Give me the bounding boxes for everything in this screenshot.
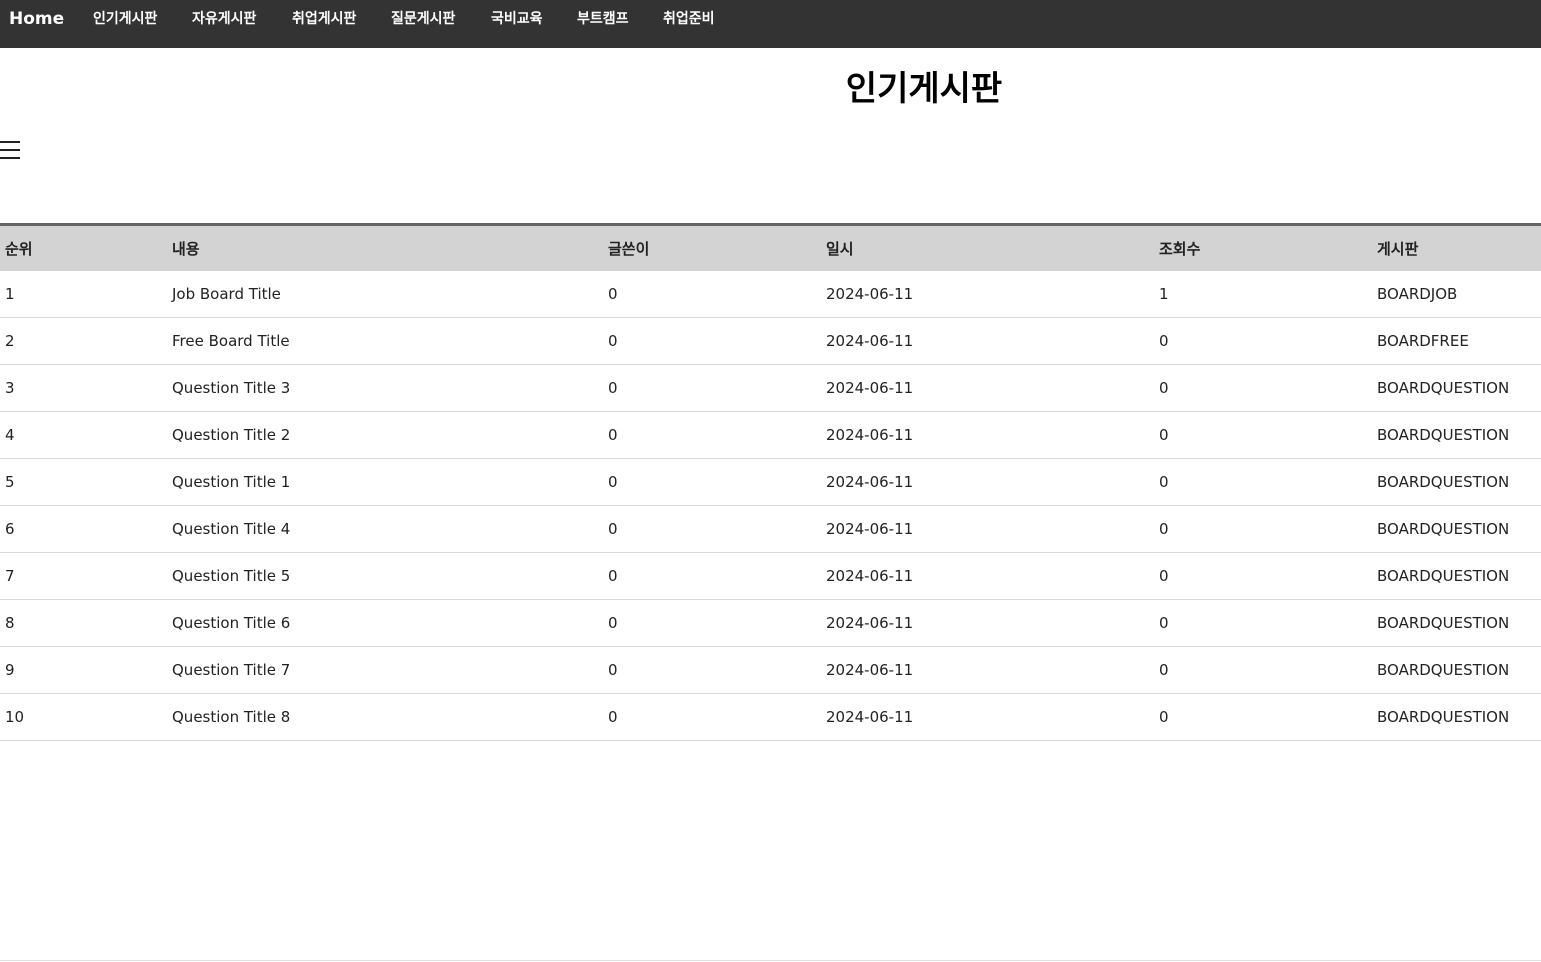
cell-board: BOARDQUESTION (1372, 599, 1541, 647)
cell-date: 2024-06-11 (821, 271, 1154, 318)
cell-content[interactable]: Question Title 5 (167, 552, 603, 600)
column-header-content: 내용 (172, 240, 200, 258)
cell-views: 0 (1154, 317, 1372, 365)
cell-board: BOARDQUESTION (1372, 458, 1541, 506)
cell-rank: 2 (0, 317, 167, 365)
cell-rank: 5 (0, 458, 167, 506)
cell-views: 0 (1154, 411, 1372, 459)
cell-views: 0 (1154, 693, 1372, 741)
column-header-views: 조회수 (1159, 240, 1201, 258)
nav-link-home[interactable]: Home (9, 11, 64, 28)
popular-posts-table-container: 순위 내용 글쓴이 일시 조회수 게시판 1 Job Board Title 0… (0, 223, 1541, 741)
table-row[interactable]: 8 Question Title 6 0 2024-06-11 0 BOARDQ… (0, 599, 1541, 647)
cell-date: 2024-06-11 (821, 411, 1154, 459)
cell-content[interactable]: Question Title 6 (167, 599, 603, 647)
column-header-date: 일시 (826, 240, 854, 258)
cell-board: BOARDJOB (1372, 271, 1541, 318)
cell-views: 0 (1154, 552, 1372, 600)
table-row[interactable]: 1 Job Board Title 0 2024-06-11 1 BOARDJO… (0, 271, 1541, 318)
nav-link-job-prep[interactable]: 취업준비 (663, 11, 715, 27)
cell-author: 0 (603, 458, 821, 506)
column-header-rank: 순위 (5, 240, 33, 258)
cell-rank: 8 (0, 599, 167, 647)
cell-date: 2024-06-11 (821, 458, 1154, 506)
table-body: 1 Job Board Title 0 2024-06-11 1 BOARDJO… (0, 271, 1541, 741)
cell-author: 0 (603, 411, 821, 459)
cell-date: 2024-06-11 (821, 505, 1154, 553)
table-row[interactable]: 7 Question Title 5 0 2024-06-11 0 BOARDQ… (0, 552, 1541, 600)
column-header-board: 게시판 (1377, 240, 1419, 258)
table-header: 순위 내용 글쓴이 일시 조회수 게시판 (0, 224, 1541, 271)
cell-content[interactable]: Question Title 8 (167, 693, 603, 741)
cell-rank: 3 (0, 364, 167, 412)
nav-link-question-board[interactable]: 질문게시판 (391, 11, 455, 27)
cell-author: 0 (603, 599, 821, 647)
table-row[interactable]: 4 Question Title 2 0 2024-06-11 0 BOARDQ… (0, 411, 1541, 459)
cell-date: 2024-06-11 (821, 552, 1154, 600)
cell-author: 0 (603, 505, 821, 553)
nav-link-gov-education[interactable]: 국비교육 (491, 11, 543, 27)
cell-rank: 7 (0, 552, 167, 600)
bottom-divider (0, 960, 1541, 961)
cell-content[interactable]: Job Board Title (167, 271, 603, 318)
table-header-row: 순위 내용 글쓴이 일시 조회수 게시판 (0, 224, 1541, 271)
table-row[interactable]: 9 Question Title 7 0 2024-06-11 0 BOARDQ… (0, 646, 1541, 694)
page-title: 인기게시판 (845, 69, 1003, 109)
cell-content[interactable]: Question Title 2 (167, 411, 603, 459)
cell-views: 0 (1154, 505, 1372, 553)
cell-rank: 10 (0, 693, 167, 741)
cell-board: BOARDQUESTION (1372, 693, 1541, 741)
cell-date: 2024-06-11 (821, 646, 1154, 694)
cell-date: 2024-06-11 (821, 364, 1154, 412)
cell-date: 2024-06-11 (821, 599, 1154, 647)
cell-views: 0 (1154, 458, 1372, 506)
cell-content[interactable]: Question Title 1 (167, 458, 603, 506)
table-row[interactable]: 5 Question Title 1 0 2024-06-11 0 BOARDQ… (0, 458, 1541, 506)
cell-rank: 6 (0, 505, 167, 553)
hamburger-menu-icon[interactable] (0, 138, 20, 162)
cell-views: 0 (1154, 364, 1372, 412)
cell-board: BOARDFREE (1372, 317, 1541, 365)
cell-content[interactable]: Question Title 4 (167, 505, 603, 553)
cell-author: 0 (603, 317, 821, 365)
cell-author: 0 (603, 552, 821, 600)
cell-author: 0 (603, 693, 821, 741)
cell-date: 2024-06-11 (821, 317, 1154, 365)
table-row[interactable]: 10 Question Title 8 0 2024-06-11 0 BOARD… (0, 693, 1541, 741)
popular-posts-table: 순위 내용 글쓴이 일시 조회수 게시판 1 Job Board Title 0… (0, 223, 1541, 741)
table-row[interactable]: 3 Question Title 3 0 2024-06-11 0 BOARDQ… (0, 364, 1541, 412)
cell-rank: 9 (0, 646, 167, 694)
nav-link-job-board[interactable]: 취업게시판 (292, 11, 356, 27)
top-nav-bar: Home 인기게시판 자유게시판 취업게시판 질문게시판 국비교육 부트캠프 취… (0, 0, 1541, 48)
column-header-author: 글쓴이 (608, 240, 650, 258)
cell-content[interactable]: Question Title 7 (167, 646, 603, 694)
nav-link-bootcamp[interactable]: 부트캠프 (577, 11, 629, 27)
cell-board: BOARDQUESTION (1372, 552, 1541, 600)
cell-date: 2024-06-11 (821, 693, 1154, 741)
nav-link-popular-board[interactable]: 인기게시판 (93, 11, 157, 27)
cell-views: 0 (1154, 646, 1372, 694)
table-row[interactable]: 6 Question Title 4 0 2024-06-11 0 BOARDQ… (0, 505, 1541, 553)
cell-board: BOARDQUESTION (1372, 364, 1541, 412)
cell-board: BOARDQUESTION (1372, 411, 1541, 459)
cell-rank: 1 (0, 271, 167, 318)
cell-rank: 4 (0, 411, 167, 459)
cell-board: BOARDQUESTION (1372, 646, 1541, 694)
cell-content[interactable]: Free Board Title (167, 317, 603, 365)
cell-views: 1 (1154, 271, 1372, 318)
cell-author: 0 (603, 364, 821, 412)
cell-content[interactable]: Question Title 3 (167, 364, 603, 412)
cell-author: 0 (603, 646, 821, 694)
nav-link-free-board[interactable]: 자유게시판 (192, 11, 256, 27)
table-row[interactable]: 2 Free Board Title 0 2024-06-11 0 BOARDF… (0, 317, 1541, 365)
cell-author: 0 (603, 271, 821, 318)
cell-views: 0 (1154, 599, 1372, 647)
cell-board: BOARDQUESTION (1372, 505, 1541, 553)
